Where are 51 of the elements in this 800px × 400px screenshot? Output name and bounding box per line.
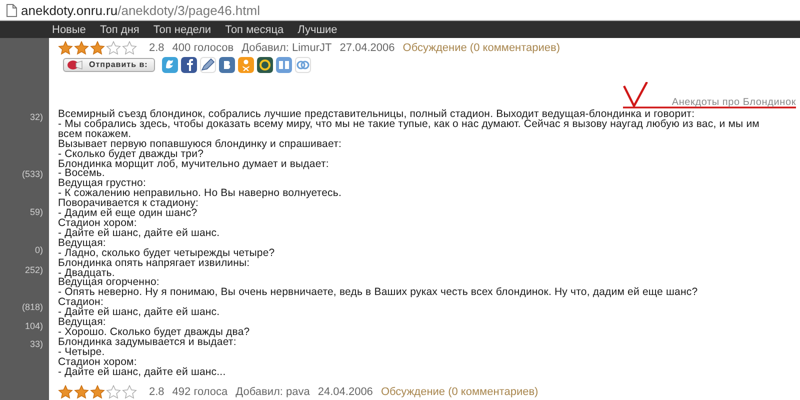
rating-score: 2.8 [149, 386, 164, 398]
nav-link[interactable]: Топ месяца [225, 24, 284, 36]
story-line: Стадион хором: [58, 219, 138, 229]
vote-count: 492 голоса [172, 386, 228, 398]
rating-score: 2.8 [149, 42, 164, 54]
story-line: Блондинка опять напрягает извилины: [58, 258, 250, 269]
story-line: Блондинка задумывается и выдает: [58, 338, 236, 348]
nav-link[interactable]: Лучшие [298, 24, 338, 36]
story-line: Стадион хором: [58, 358, 138, 368]
category-count: 32) [30, 112, 44, 122]
story-line: - Двадцать. [58, 268, 116, 278]
address-url[interactable]: anekdoty.onru.ru/anekdoty/3/page46.html [21, 2, 260, 18]
story-line: Ведущая: [58, 238, 107, 249]
story-line: Ведущая огорченно: [58, 278, 160, 288]
story-line: Поворачивается к стадиону: [58, 199, 198, 210]
date-label: 27.04.2006 [340, 42, 395, 54]
story-line: Стадион: [58, 298, 104, 308]
story-line: - К сожалению неправильно. Но Вы наверно волнуетесь. [58, 189, 342, 200]
category-count: 252) [24, 265, 44, 275]
author-label: Добавил: pava [236, 386, 310, 398]
story-line: - Дадим ей еще один шанс? [58, 209, 198, 219]
category-count: (818) [22, 302, 44, 312]
story-line: - Хорошо. Сколько будет дважды два? [58, 328, 251, 338]
story-line: - Опять неверно. Ну я понимаю, Вы очень нервничаете, ведь в Ваших руках честь всех блондинок. Ну что, дадим ей еще шанс? [58, 288, 699, 298]
story-line: - Четыре. [58, 348, 105, 358]
story-line: Всемирный съезд блондинок, собрались лучшие представительницы, полный стадион. Выходит ведущая-блондинка и говорит: [58, 110, 696, 120]
story-line: Вызывает первую попавшуюся блондинку и спрашивает: [58, 140, 343, 150]
category-count: 0) [34, 245, 44, 255]
category-count: 59) [30, 207, 44, 217]
story-line: Ведущая: [58, 318, 107, 328]
author-label: Добавил: LimurJT [242, 42, 332, 54]
story-line: - Восемь. [58, 169, 105, 180]
category-count: 104) [24, 321, 44, 331]
story-line: - Дайте ей шанс, дайте ей шанс. [58, 308, 221, 318]
story-line: всем покажем. [58, 130, 132, 140]
story-line: - Сколько будет дважды три? [58, 150, 204, 160]
vote-count: 400 голосов [172, 42, 234, 54]
story-line: - Ладно, сколько будет четырежды четыре? [58, 248, 276, 259]
nav-link[interactable]: Топ дня [100, 24, 140, 36]
nav-link[interactable]: Топ недели [153, 24, 212, 36]
share-button[interactable]: Отправить в: [63, 58, 155, 72]
nav-link[interactable]: Новые [52, 24, 86, 36]
date-label: 24.04.2006 [318, 386, 373, 398]
category-link[interactable]: Анекдоты про Блондинок [672, 97, 796, 110]
story-line: - Дайте ей шанс, дайте ей шанс. [58, 228, 221, 239]
story-line: - Мы собрались здесь, чтобы доказать всему миру, что мы не такие тупые, как о нас думают. Сейчас я вызову наугад любую из вас, и мы им [58, 120, 760, 130]
story-line: - Дайте ей шанс, дайте ей шанс... [58, 368, 227, 378]
category-count: (533) [22, 169, 44, 179]
story-line: Блондинка морщит лоб, мучительно думает и выдает: [58, 160, 330, 170]
story-line: Ведущая грустно: [58, 179, 147, 190]
category-count: 33) [30, 339, 44, 349]
